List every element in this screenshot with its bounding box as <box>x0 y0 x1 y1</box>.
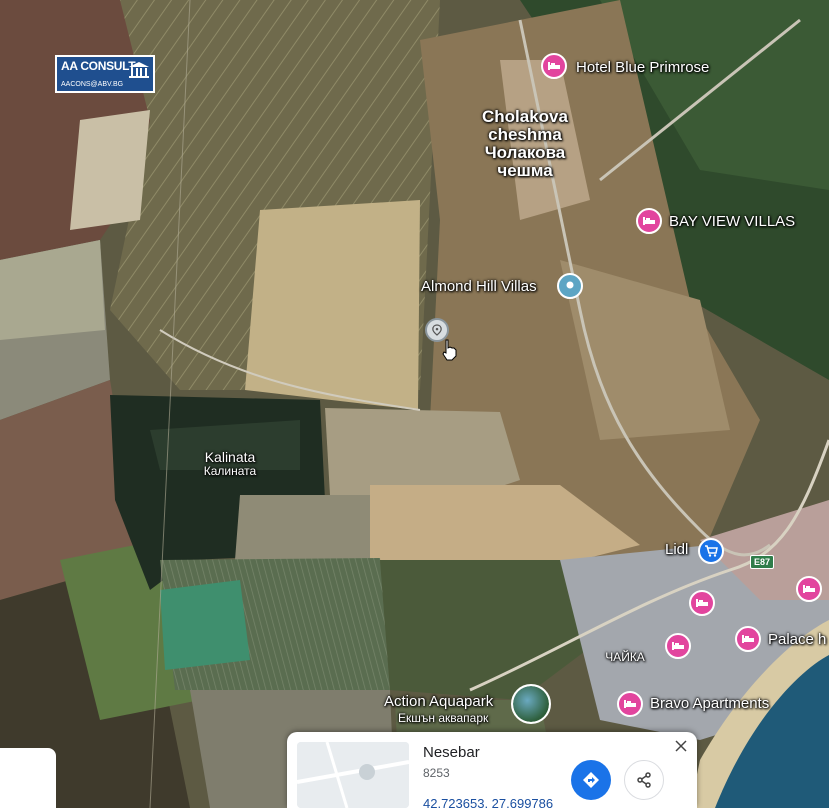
place-line: Чолакова <box>484 142 566 162</box>
place-line: cheshma <box>488 124 562 144</box>
poi-label-bravo-apartments[interactable]: Bravo Apartments <box>650 695 769 712</box>
bed-icon <box>742 635 754 643</box>
bed-icon <box>643 217 655 225</box>
logo-subtitle: AACONS@ABV.BG <box>61 81 124 88</box>
map-thumbnail-icon <box>297 742 409 808</box>
poi-label-bay-view-villas[interactable]: BAY VIEW VILLAS <box>669 213 795 230</box>
hotel-pin[interactable] <box>689 590 715 616</box>
place-line: чешма <box>497 160 553 180</box>
aa-consult-logo: AA CONSULT AACONS@ABV.BG <box>55 55 155 93</box>
hotel-pin-blue-primrose[interactable] <box>541 53 567 79</box>
satellite-terrain <box>0 0 829 808</box>
bed-icon <box>803 585 815 593</box>
place-title: Nesebar <box>423 744 480 761</box>
hotel-pin-palace[interactable] <box>735 626 761 652</box>
map-pin-icon <box>432 324 442 336</box>
poi-label-lidl[interactable]: Lidl <box>665 541 688 558</box>
bed-icon <box>672 642 684 650</box>
close-icon[interactable] <box>673 738 689 754</box>
shopping-cart-icon <box>705 545 718 557</box>
place-info-card[interactable]: Nesebar 8253 42.723653, 27.699786 <box>287 732 697 808</box>
coordinates-text[interactable]: 42.723653, 27.699786 <box>423 796 553 808</box>
place-thumbnail[interactable] <box>297 742 409 808</box>
hotel-pin-bravo-apartments[interactable] <box>617 691 643 717</box>
bed-icon <box>624 700 636 708</box>
side-card-partial[interactable] <box>0 748 56 808</box>
place-line: Калината <box>203 463 257 478</box>
satellite-map[interactable]: AA CONSULT AACONS@ABV.BG Cholakova chesh… <box>0 0 829 808</box>
bed-icon <box>548 62 560 70</box>
place-label-chayka: ЧАЙКА <box>590 651 660 664</box>
poi-label-hotel-blue-primrose[interactable]: Hotel Blue Primrose <box>576 59 709 76</box>
place-label-kalinata: Kalinata Калината <box>190 450 270 477</box>
hand-cursor-icon <box>442 339 457 361</box>
place-line: ЧАЙКА <box>605 650 645 664</box>
place-line: Cholakova <box>482 107 568 126</box>
aquapark-thumbnail <box>513 686 549 722</box>
bed-icon <box>696 599 708 607</box>
columns-icon <box>129 62 149 78</box>
share-button[interactable] <box>624 760 664 800</box>
place-label-cholakova-cheshma: Cholakova cheshma Чолакова чешма <box>470 108 580 179</box>
map-pin-icon <box>566 281 574 289</box>
hotel-pin[interactable] <box>665 633 691 659</box>
poi-label-action-aquapark-bg[interactable]: Екшън аквапарк <box>398 711 488 725</box>
poi-label-action-aquapark[interactable]: Action Aquapark <box>384 693 493 710</box>
share-icon <box>637 772 651 788</box>
directions-button[interactable] <box>571 760 611 800</box>
place-line: Kalinata <box>204 449 256 465</box>
logo-title: AA CONSULT <box>61 59 136 73</box>
shop-pin-lidl[interactable] <box>698 538 724 564</box>
poi-label-palace[interactable]: Palace h <box>768 631 826 648</box>
road-shield-e87: E87 <box>750 555 775 569</box>
hotel-pin-bay-view-villas[interactable] <box>636 208 662 234</box>
postal-code: 8253 <box>423 766 450 780</box>
directions-icon <box>583 772 599 788</box>
hotel-pin[interactable] <box>796 576 822 602</box>
poi-label-almond-hill-villas[interactable]: Almond Hill Villas <box>421 278 537 295</box>
attraction-pin-almond-hill-villas[interactable] <box>557 273 583 299</box>
aquapark-photo-pin[interactable] <box>511 684 551 724</box>
